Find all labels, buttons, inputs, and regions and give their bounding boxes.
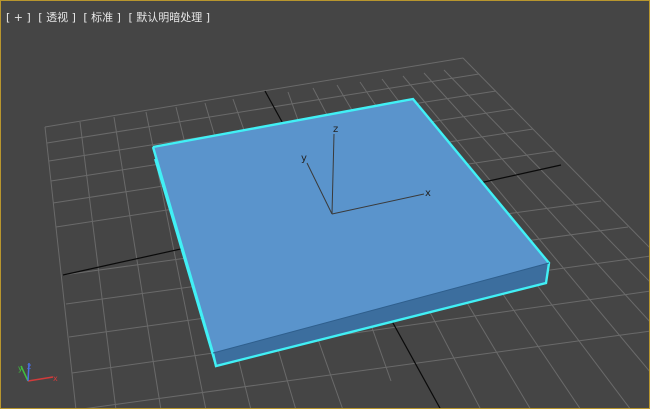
viewport-safe-frame-menu[interactable]: [ 标准 ]	[83, 11, 121, 24]
viewport-label-menu: [ + ] [ 透视 ] [ 标准 ] [ 默认明暗处理 ]	[6, 9, 214, 25]
box-object[interactable]	[151, 97, 551, 368]
gizmo-x-label: x	[425, 188, 431, 199]
gizmo-z-label: z	[333, 124, 338, 135]
viewport-shading-menu[interactable]: [ 默认明暗处理 ]	[128, 11, 210, 24]
viewport-general-menu[interactable]: [ + ]	[6, 11, 31, 24]
viewport-scene[interactable]: x y z x y z	[1, 1, 650, 409]
gizmo-y-label: y	[301, 153, 307, 164]
corner-y-label: y	[18, 364, 23, 373]
viewport-point-of-view-menu[interactable]: [ 透视 ]	[38, 11, 76, 24]
corner-x-label: x	[53, 374, 58, 383]
corner-axis-tripod: x y z	[18, 362, 58, 383]
viewport-perspective[interactable]: x y z x y z [ + ] [ 透视 ] [ 标准 ] [ 默认明暗处理…	[0, 0, 650, 409]
corner-z-label: z	[27, 362, 31, 371]
corner-x-axis	[27, 376, 54, 382]
